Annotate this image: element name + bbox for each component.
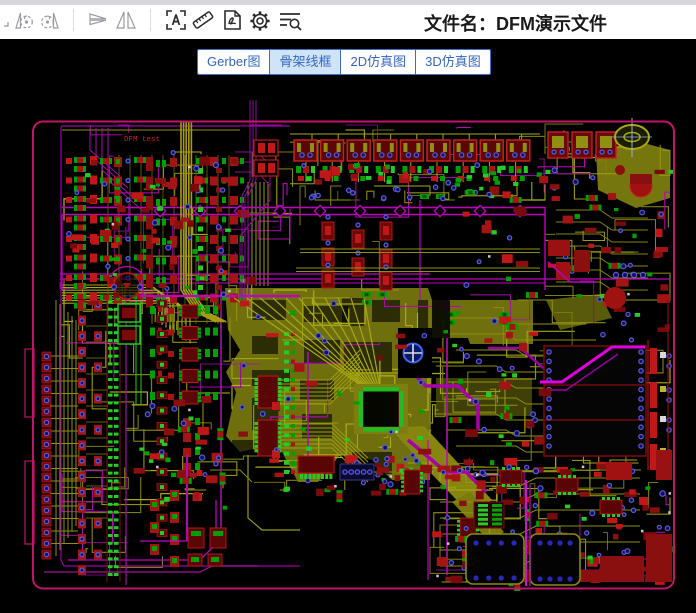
svg-text:DFM test: DFM test (124, 136, 160, 144)
